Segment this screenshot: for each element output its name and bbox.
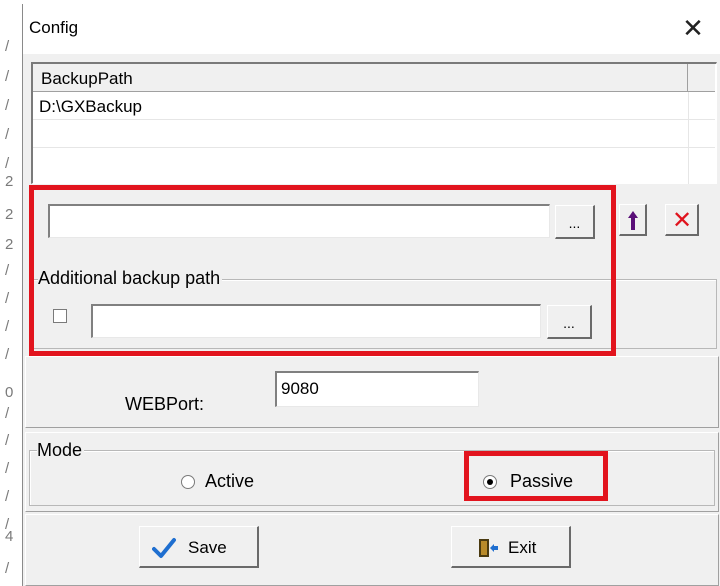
list-item[interactable]: D:\GXBackup [33, 92, 715, 120]
additional-backup-input[interactable] [91, 304, 541, 338]
background-char: / [5, 432, 10, 449]
mode-passive-radio[interactable] [483, 475, 497, 489]
checkmark-icon [152, 538, 176, 558]
column-header-label: BackupPath [41, 69, 133, 88]
window-title: Config [29, 18, 79, 37]
background-char: / [5, 318, 10, 335]
additional-backup-checkbox[interactable] [53, 309, 67, 323]
background-char: / [5, 262, 10, 279]
additional-browse-button-label: ... [563, 315, 575, 331]
background-char: 0 [5, 384, 14, 401]
title-bar[interactable]: Config ✕ [23, 4, 720, 54]
exit-door-icon [479, 539, 498, 557]
delete-icon: ✕ [672, 207, 693, 234]
mode-passive-label[interactable]: Passive [510, 471, 573, 492]
background-char: / [5, 346, 10, 363]
background-char: / [5, 38, 10, 55]
exit-button-label: Exit [508, 538, 537, 557]
background-char: 2 [5, 206, 14, 223]
web-port-label: WEBPort: [125, 394, 205, 414]
web-port-input[interactable]: 9080 [275, 371, 479, 407]
background-char: 2 [5, 236, 14, 253]
exit-button[interactable]: Exit [451, 526, 571, 568]
save-button-label: Save [188, 538, 227, 557]
background-char: / [5, 155, 10, 172]
config-dialog: Config ✕ BackupPath D:\GXBackup ... ✕ Ad… [22, 4, 720, 586]
background-char: / [5, 405, 10, 422]
background-window-strip: / / / / / 2 2 2 / / / / 0 / / / / / 4 / [0, 0, 22, 586]
additional-browse-button[interactable]: ... [547, 305, 592, 339]
additional-backup-group-label: Additional backup path [38, 268, 223, 289]
background-char: / [5, 460, 10, 477]
background-char: / [5, 488, 10, 505]
background-char: 2 [5, 173, 14, 190]
background-char: / [5, 68, 10, 85]
action-panel [25, 514, 719, 586]
browse-button-label: ... [568, 215, 581, 231]
mode-group [29, 450, 715, 506]
move-up-button[interactable] [619, 204, 647, 236]
save-button[interactable]: Save [139, 526, 259, 568]
column-header-filler [688, 64, 715, 92]
column-header-backup-path[interactable]: BackupPath [33, 64, 688, 92]
background-char: 4 [5, 528, 14, 545]
mode-active-radio[interactable] [181, 475, 195, 489]
list-item[interactable] [33, 148, 715, 176]
web-port-value: 9080 [281, 379, 319, 398]
backup-path-list[interactable]: BackupPath D:\GXBackup [31, 62, 717, 184]
list-item-label: D:\GXBackup [39, 97, 142, 116]
close-icon: ✕ [682, 13, 704, 43]
column-divider [688, 92, 689, 184]
background-char: / [5, 97, 10, 114]
browse-button[interactable]: ... [555, 205, 595, 239]
arrow-up-icon [628, 211, 638, 230]
background-char: / [5, 560, 10, 577]
delete-button[interactable]: ✕ [665, 204, 699, 236]
close-button[interactable]: ✕ [679, 12, 707, 44]
background-char: / [5, 126, 10, 143]
mode-active-label[interactable]: Active [205, 471, 254, 492]
background-char: / [5, 290, 10, 307]
list-item[interactable] [33, 120, 715, 148]
mode-group-label: Mode [37, 440, 85, 461]
backup-path-input[interactable] [48, 204, 550, 238]
